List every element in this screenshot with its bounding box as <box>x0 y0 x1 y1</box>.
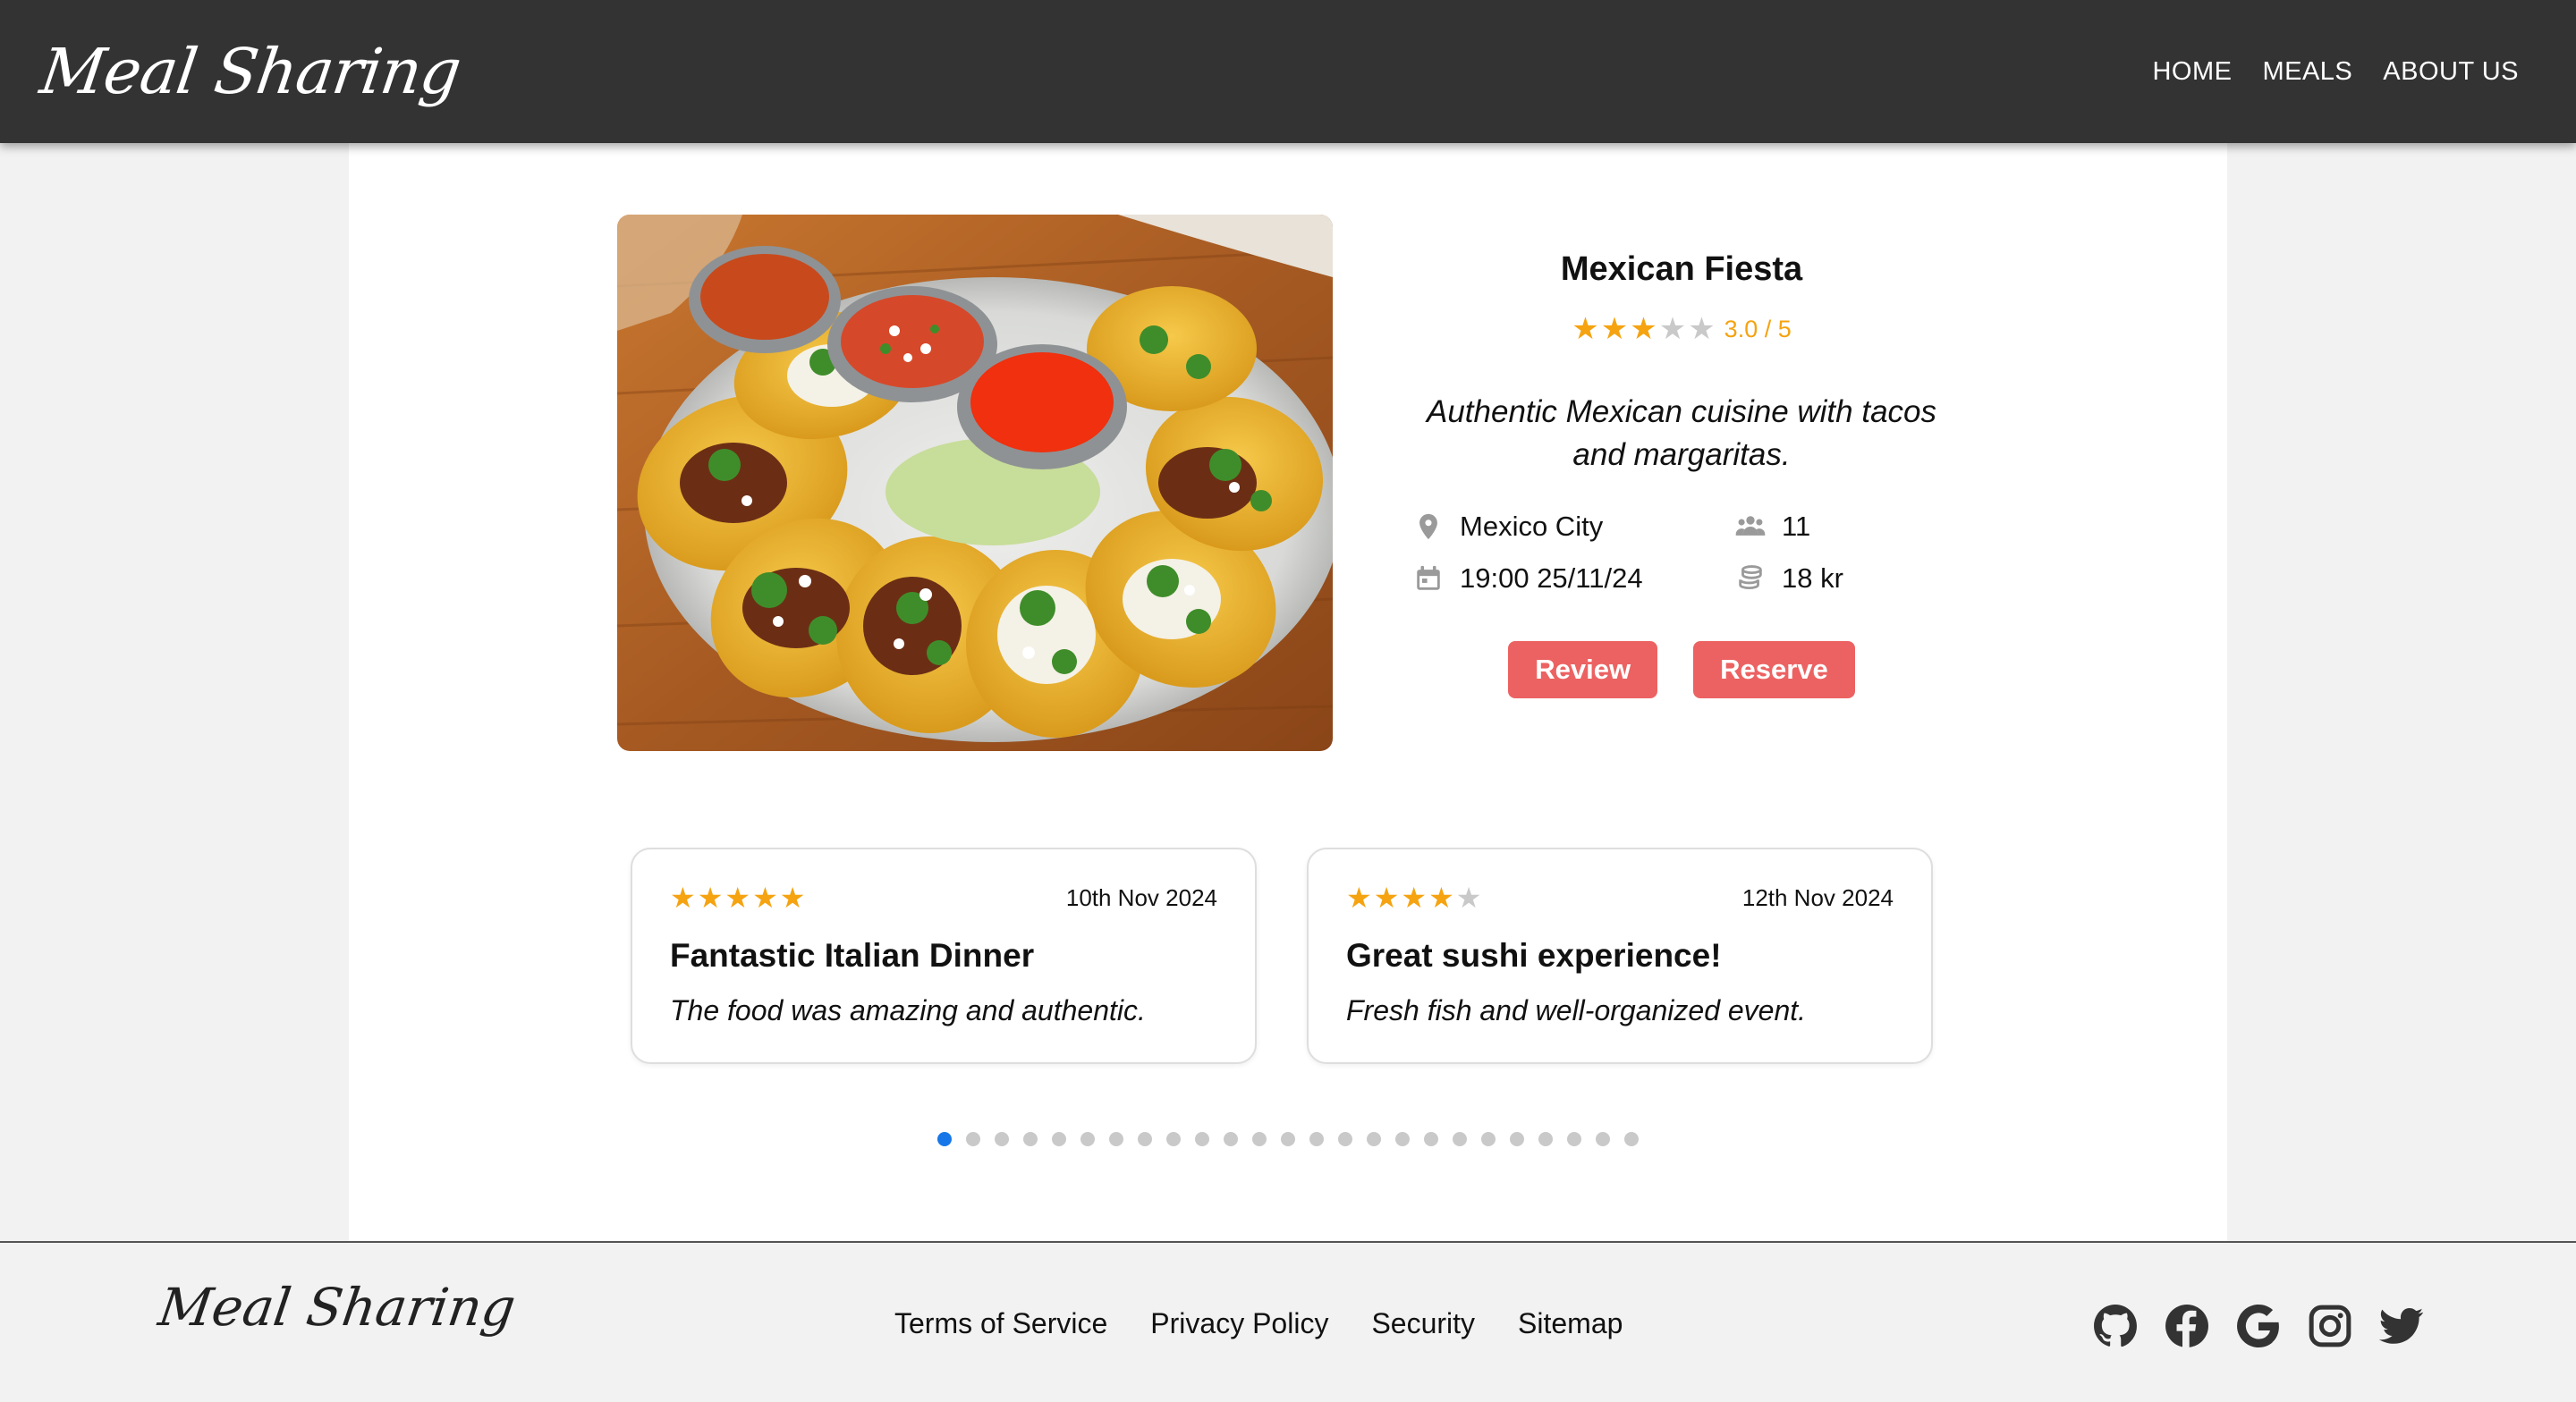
meal-description: Authentic Mexican cuisine with tacos and… <box>1427 394 1936 472</box>
security-link[interactable]: Security <box>1371 1307 1475 1340</box>
nav-home[interactable]: HOME <box>2152 57 2232 87</box>
rating-text: 3.0 / 5 <box>1724 315 1792 342</box>
star-icon: ★ <box>1600 312 1629 346</box>
meal-details: Mexico City 11 19:00 25/11/24 18 kr <box>1404 511 1959 595</box>
reserve-button[interactable]: Reserve <box>1693 641 1855 698</box>
carousel-dot[interactable] <box>937 1132 952 1146</box>
facebook-icon[interactable] <box>2165 1304 2209 1348</box>
carousel-dot[interactable] <box>1224 1132 1238 1146</box>
carousel-dot[interactable] <box>995 1132 1009 1146</box>
carousel-dot[interactable] <box>1023 1132 1038 1146</box>
site-footer: Meal Sharing Terms of Service Privacy Po… <box>0 1241 2576 1402</box>
review-button[interactable]: Review <box>1508 641 1658 698</box>
carousel-dot[interactable] <box>1424 1132 1438 1146</box>
star-icon: ★ <box>1658 312 1687 346</box>
carousel-dot[interactable] <box>1395 1132 1410 1146</box>
carousel-dot[interactable] <box>1166 1132 1181 1146</box>
star-icon: ★ <box>697 882 724 914</box>
star-icon: ★ <box>779 882 806 914</box>
main-nav: HOME MEALS ABOUT US <box>2152 57 2519 87</box>
review-date: 12th Nov 2024 <box>1741 883 1894 911</box>
review-card: ★ ★ ★ ★ ★ 12th Nov 2024 Great sushi expe… <box>1307 848 1933 1064</box>
location-detail: Mexico City <box>1413 511 1735 543</box>
nav-meals[interactable]: MEALS <box>2262 57 2352 87</box>
carousel-dot[interactable] <box>1453 1132 1467 1146</box>
carousel-dot[interactable] <box>1510 1132 1524 1146</box>
carousel-dot[interactable] <box>1080 1132 1095 1146</box>
review-text: Fresh fish and well-organized event. <box>1346 994 1807 1026</box>
carousel-pagination <box>349 1132 2227 1146</box>
star-icon: ★ <box>1428 882 1454 914</box>
guests-detail: 11 <box>1735 511 1914 543</box>
nav-about-us[interactable]: ABOUT US <box>2383 57 2519 87</box>
terms-link[interactable]: Terms of Service <box>894 1307 1107 1340</box>
carousel-dot[interactable] <box>1281 1132 1295 1146</box>
meal-info: Mexican Fiesta ★ ★ ★ ★ ★ 3.0 / 5 Authent… <box>1404 250 1959 698</box>
review-header: ★ ★ ★ ★ ★ 10th Nov 2024 <box>670 883 1217 912</box>
coins-icon <box>1739 565 1762 590</box>
star-icon: ★ <box>724 882 751 914</box>
carousel-dot[interactable] <box>1138 1132 1152 1146</box>
carousel-dot[interactable] <box>1567 1132 1581 1146</box>
privacy-link[interactable]: Privacy Policy <box>1150 1307 1328 1340</box>
meal-detail-panel: Mexican Fiesta ★ ★ ★ ★ ★ 3.0 / 5 Authent… <box>349 143 2227 1241</box>
github-icon[interactable] <box>2093 1304 2138 1348</box>
footer-logo[interactable]: Meal Sharing <box>155 1277 519 1338</box>
meal-title: Mexican Fiesta <box>1560 250 1803 288</box>
sitemap-link[interactable]: Sitemap <box>1518 1307 1623 1340</box>
star-icon: ★ <box>1455 882 1482 914</box>
price-detail: 18 kr <box>1735 562 1914 595</box>
review-text: The food was amazing and authentic. <box>670 994 1146 1026</box>
carousel-dot[interactable] <box>1338 1132 1352 1146</box>
carousel-dot[interactable] <box>1624 1132 1639 1146</box>
instagram-icon[interactable] <box>2308 1304 2352 1348</box>
star-icon: ★ <box>1346 882 1372 914</box>
location-text: Mexico City <box>1460 511 1604 542</box>
carousel-dot[interactable] <box>1309 1132 1324 1146</box>
datetime-detail: 19:00 25/11/24 <box>1413 562 1735 595</box>
star-icon: ★ <box>1630 312 1657 346</box>
carousel-dot[interactable] <box>1252 1132 1267 1146</box>
social-links <box>2093 1304 2424 1348</box>
carousel-dot[interactable] <box>966 1132 980 1146</box>
meal-image <box>617 215 1333 751</box>
twitter-icon[interactable] <box>2379 1304 2424 1348</box>
star-icon: ★ <box>1401 882 1428 914</box>
star-icon: ★ <box>752 882 778 914</box>
footer-links: Terms of Service Privacy Policy Security… <box>894 1307 1623 1340</box>
star-icon: ★ <box>1572 312 1599 346</box>
calendar-icon <box>1417 565 1440 590</box>
site-header: Meal Sharing HOME MEALS ABOUT US <box>0 0 2576 143</box>
carousel-dot[interactable] <box>1481 1132 1496 1146</box>
carousel-dot[interactable] <box>1195 1132 1209 1146</box>
review-stars: ★ ★ ★ ★ ★ <box>670 883 805 912</box>
location-pin-icon <box>1419 513 1437 540</box>
star-icon: ★ <box>1373 882 1400 914</box>
users-icon <box>1735 516 1766 536</box>
guests-text: 11 <box>1782 511 1811 542</box>
meal-stars: ★ ★ ★ ★ ★ <box>1572 314 1715 344</box>
review-stars: ★ ★ ★ ★ ★ <box>1346 883 1481 912</box>
carousel-dot[interactable] <box>1052 1132 1066 1146</box>
meal-actions: Review Reserve <box>1404 641 1959 698</box>
star-icon: ★ <box>1688 312 1716 346</box>
review-card: ★ ★ ★ ★ ★ 10th Nov 2024 Fantastic Italia… <box>631 848 1257 1064</box>
price-text: 18 kr <box>1782 562 1843 594</box>
carousel-dot[interactable] <box>1367 1132 1381 1146</box>
carousel-dot[interactable] <box>1109 1132 1123 1146</box>
review-title: Fantastic Italian Dinner <box>670 937 1035 974</box>
reviews-carousel: ★ ★ ★ ★ ★ 10th Nov 2024 Fantastic Italia… <box>631 848 1933 1064</box>
datetime-text: 19:00 25/11/24 <box>1460 562 1643 594</box>
google-icon[interactable] <box>2236 1304 2281 1348</box>
site-logo[interactable]: Meal Sharing <box>36 35 465 108</box>
carousel-dot[interactable] <box>1596 1132 1610 1146</box>
review-date: 10th Nov 2024 <box>1065 883 1217 911</box>
meal-rating: ★ ★ ★ ★ ★ 3.0 / 5 <box>1404 314 1959 344</box>
carousel-dot[interactable] <box>1538 1132 1553 1146</box>
star-icon: ★ <box>670 882 696 914</box>
review-title: Great sushi experience! <box>1346 937 1722 974</box>
review-header: ★ ★ ★ ★ ★ 12th Nov 2024 <box>1346 883 1894 912</box>
